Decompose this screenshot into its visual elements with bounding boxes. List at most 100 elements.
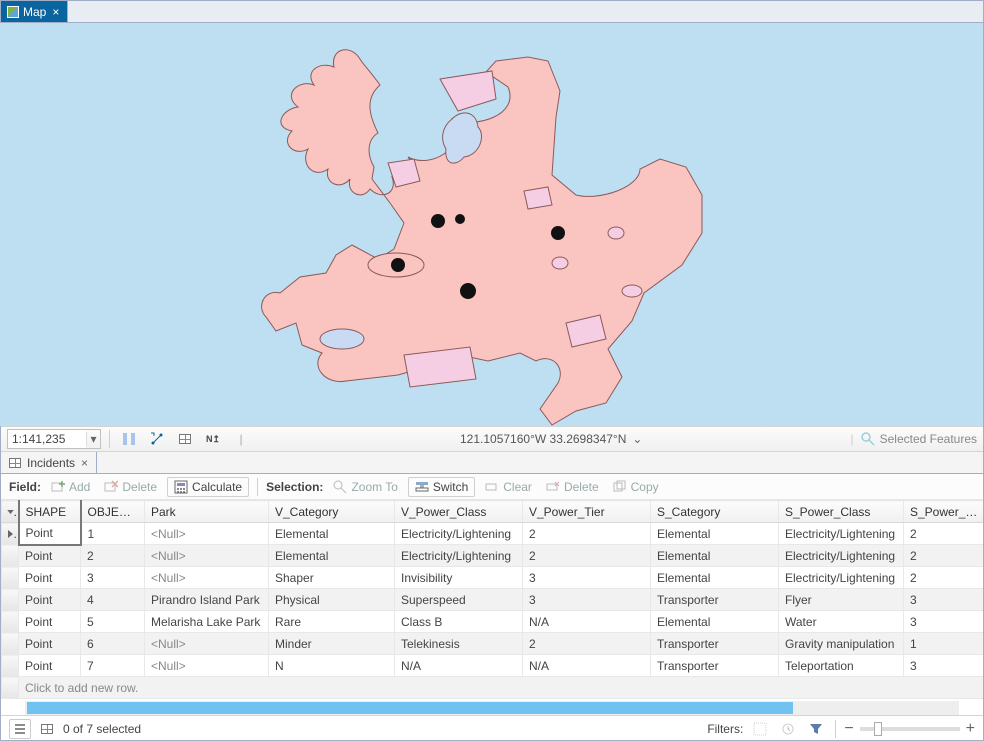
- north-icon[interactable]: N↥: [202, 429, 224, 449]
- column-header[interactable]: V_Power_Tier: [523, 501, 651, 523]
- column-header[interactable]: V_Power_Class: [395, 501, 523, 523]
- cell[interactable]: 2: [904, 567, 984, 589]
- filter-extent-icon[interactable]: [749, 719, 771, 739]
- cell[interactable]: 3: [523, 589, 651, 611]
- cell[interactable]: Superspeed: [395, 589, 523, 611]
- menu-icon[interactable]: [9, 719, 31, 739]
- zoomto-button[interactable]: Zoom To: [329, 478, 401, 496]
- copy-button[interactable]: Copy: [609, 478, 663, 496]
- scrollbar-thumb[interactable]: [27, 702, 793, 714]
- tab-map[interactable]: Map ×: [1, 1, 68, 22]
- filter-funnel-icon[interactable]: [805, 719, 827, 739]
- cell[interactable]: 3: [523, 567, 651, 589]
- row-header[interactable]: [2, 611, 19, 633]
- cell[interactable]: <Null>: [145, 567, 269, 589]
- cell[interactable]: Electricity/Lightening: [779, 567, 904, 589]
- cell[interactable]: 2: [81, 545, 145, 567]
- cell[interactable]: N/A: [523, 655, 651, 677]
- cell[interactable]: 3: [81, 567, 145, 589]
- zoom-slider-thumb[interactable]: [874, 722, 882, 736]
- cell[interactable]: Telekinesis: [395, 633, 523, 655]
- cell[interactable]: Elemental: [651, 611, 779, 633]
- cell[interactable]: N/A: [395, 655, 523, 677]
- row-header[interactable]: [2, 633, 19, 655]
- cell[interactable]: Elemental: [651, 545, 779, 567]
- cell[interactable]: Water: [779, 611, 904, 633]
- cell[interactable]: Elemental: [651, 523, 779, 545]
- clear-button[interactable]: Clear: [481, 478, 536, 496]
- row-header[interactable]: [2, 545, 19, 567]
- table-row[interactable]: Point4Pirandro Island ParkPhysicalSupers…: [2, 589, 984, 611]
- cell[interactable]: Point: [19, 633, 81, 655]
- cell[interactable]: Shaper: [269, 567, 395, 589]
- cell[interactable]: 5: [81, 611, 145, 633]
- cell[interactable]: Point: [19, 589, 81, 611]
- cell[interactable]: Transporter: [651, 589, 779, 611]
- zoom-out-button[interactable]: −: [844, 720, 853, 738]
- filter-time-icon[interactable]: [777, 719, 799, 739]
- chevron-down-icon[interactable]: ⌄: [632, 432, 642, 446]
- table-row[interactable]: Point1<Null>ElementalElectricity/Lighten…: [2, 523, 984, 545]
- cell[interactable]: Electricity/Lightening: [395, 523, 523, 545]
- cell[interactable]: Rare: [269, 611, 395, 633]
- column-header[interactable]: OBJECTID: [81, 501, 145, 523]
- add-field-button[interactable]: Add: [47, 478, 94, 496]
- cell[interactable]: Electricity/Lightening: [779, 545, 904, 567]
- switch-button[interactable]: Switch: [408, 477, 475, 497]
- add-row-label[interactable]: Click to add new row.: [19, 677, 984, 699]
- snap-icon[interactable]: [146, 429, 168, 449]
- cell[interactable]: Teleportation: [779, 655, 904, 677]
- table-row[interactable]: Point6<Null>MinderTelekinesis2Transporte…: [2, 633, 984, 655]
- cell[interactable]: Melarisha Lake Park: [145, 611, 269, 633]
- cell[interactable]: Elemental: [269, 523, 395, 545]
- column-header[interactable]: S_Power_Class: [779, 501, 904, 523]
- tab-incidents[interactable]: Incidents ×: [1, 452, 97, 473]
- cell[interactable]: Elemental: [651, 567, 779, 589]
- cell[interactable]: Gravity manipulation: [779, 633, 904, 655]
- cell[interactable]: 2: [904, 523, 984, 545]
- corner-cell[interactable]: [2, 501, 19, 523]
- cell[interactable]: Physical: [269, 589, 395, 611]
- cell[interactable]: Point: [19, 655, 81, 677]
- scale-input[interactable]: [8, 430, 86, 448]
- bar-icon[interactable]: |: [230, 429, 252, 449]
- cell[interactable]: 2: [523, 523, 651, 545]
- chevron-down-icon[interactable]: ▾: [86, 432, 100, 446]
- cell[interactable]: 4: [81, 589, 145, 611]
- row-header[interactable]: [2, 523, 19, 545]
- cell[interactable]: N: [269, 655, 395, 677]
- cell[interactable]: 6: [81, 633, 145, 655]
- scale-control[interactable]: ▾: [7, 429, 101, 449]
- cell[interactable]: <Null>: [145, 655, 269, 677]
- cell[interactable]: 2: [904, 545, 984, 567]
- table-row[interactable]: Point5Melarisha Lake ParkRareClass BN/AE…: [2, 611, 984, 633]
- cell[interactable]: Point: [19, 523, 81, 545]
- cell[interactable]: N/A: [523, 611, 651, 633]
- selected-features-button[interactable]: Selected Features: [860, 431, 977, 447]
- column-header[interactable]: S_Category: [651, 501, 779, 523]
- zoom-slider[interactable]: [860, 727, 960, 731]
- cell[interactable]: 7: [81, 655, 145, 677]
- cell[interactable]: Class B: [395, 611, 523, 633]
- cell[interactable]: Elemental: [269, 545, 395, 567]
- row-header[interactable]: [2, 567, 19, 589]
- cell[interactable]: 3: [904, 611, 984, 633]
- column-header[interactable]: V_Category: [269, 501, 395, 523]
- close-icon[interactable]: ×: [79, 456, 90, 470]
- close-icon[interactable]: ×: [50, 5, 61, 19]
- cell[interactable]: Flyer: [779, 589, 904, 611]
- cell[interactable]: Electricity/Lightening: [779, 523, 904, 545]
- column-header[interactable]: S_Power_Tier: [904, 501, 984, 523]
- delete-field-button[interactable]: Delete: [100, 478, 161, 496]
- cell[interactable]: Pirandro Island Park: [145, 589, 269, 611]
- row-header[interactable]: [2, 589, 19, 611]
- add-row[interactable]: Click to add new row.: [2, 677, 984, 699]
- cell[interactable]: Point: [19, 545, 81, 567]
- cell[interactable]: Transporter: [651, 633, 779, 655]
- pause-icon[interactable]: [118, 429, 140, 449]
- cell[interactable]: 2: [523, 545, 651, 567]
- column-header[interactable]: SHAPE: [19, 501, 81, 523]
- delete-selection-button[interactable]: Delete: [542, 478, 603, 496]
- zoom-in-button[interactable]: +: [966, 720, 975, 738]
- cell[interactable]: 2: [523, 633, 651, 655]
